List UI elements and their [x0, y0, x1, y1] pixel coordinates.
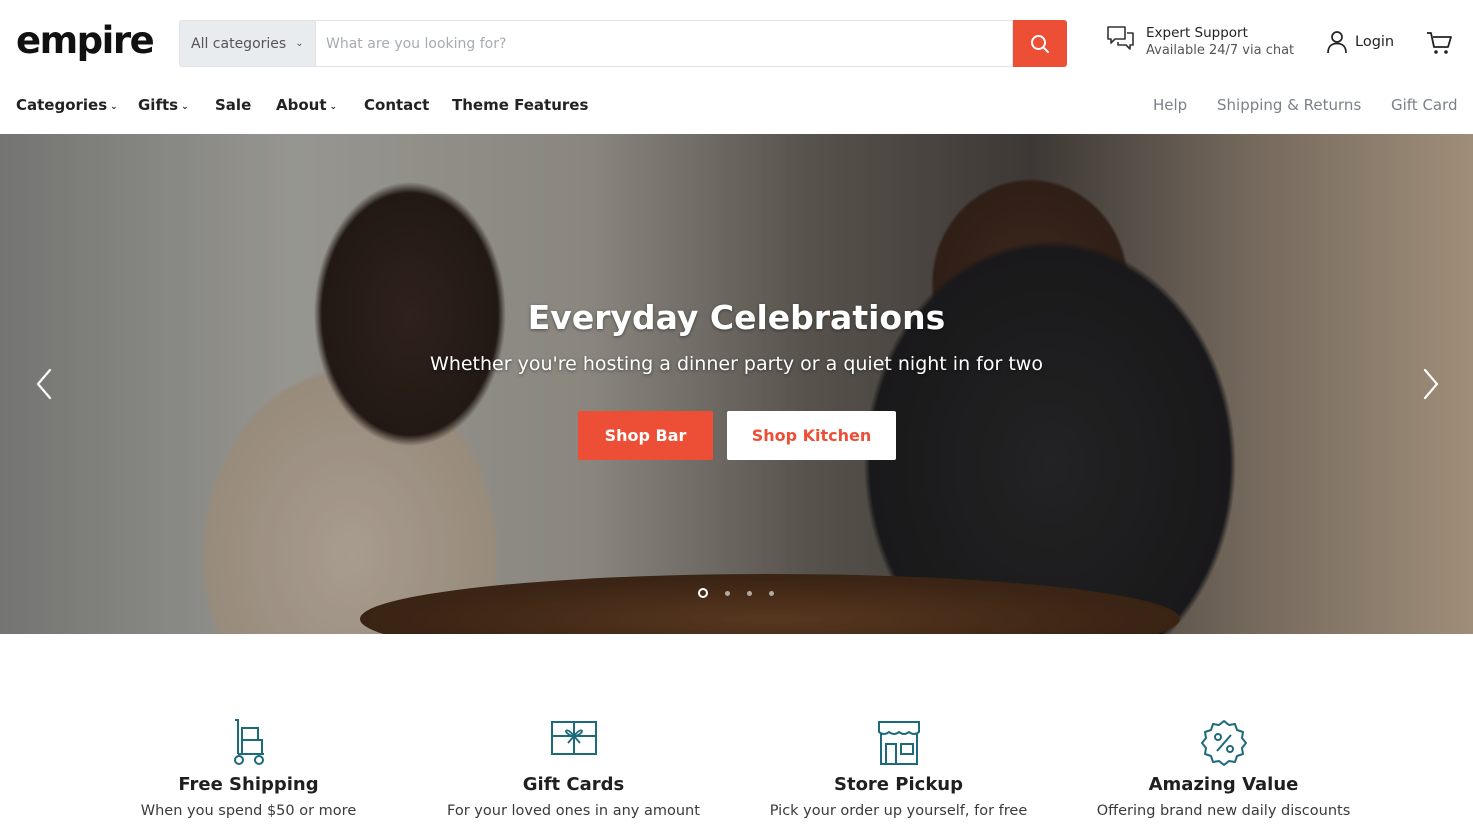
slideshow-prev-button[interactable] — [30, 366, 60, 402]
chevron-down-icon: ⌄ — [329, 102, 338, 112]
discount-badge-icon — [1200, 720, 1247, 766]
nav-categories-label: Categories — [16, 96, 108, 114]
login-label: Login — [1355, 34, 1395, 50]
feature-free-shipping: Free Shipping When you spend $50 or more — [86, 718, 411, 819]
search-input[interactable] — [315, 20, 1013, 67]
nav-sale-label: Sale — [215, 96, 252, 114]
hero-image-overlay — [0, 134, 1473, 634]
nav-contact-label: Contact — [364, 96, 430, 114]
feature-subtitle: For your loved ones in any amount — [447, 803, 700, 819]
nav-categories[interactable]: Categories ⌄ — [16, 96, 118, 114]
chevron-right-icon — [1423, 368, 1439, 400]
slideshow-dots — [698, 588, 791, 598]
features-row: Free Shipping When you spend $50 or more… — [0, 634, 1473, 831]
nav-theme-features-label: Theme Features — [452, 96, 589, 114]
cart-icon — [1427, 32, 1452, 54]
chevron-down-icon: ⌄ — [295, 38, 304, 49]
hero-title: Everyday Celebrations — [527, 298, 946, 337]
nav-about-label: About — [276, 96, 327, 114]
support-title: Expert Support — [1146, 25, 1248, 41]
nav-sale[interactable]: Sale — [215, 96, 251, 114]
nav-theme-features[interactable]: Theme Features — [452, 96, 588, 114]
slide-dot[interactable] — [725, 590, 730, 596]
gift-card-icon — [550, 721, 597, 755]
nav-gifts-label: Gifts — [138, 96, 179, 114]
category-select-label: All categories — [191, 35, 287, 52]
nav-gift-card[interactable]: Gift Card — [1391, 96, 1458, 114]
brand-logo[interactable]: empire — [16, 18, 155, 64]
shop-bar-button[interactable]: Shop Bar — [578, 411, 713, 460]
slide-dot[interactable] — [769, 590, 774, 596]
nav-help[interactable]: Help — [1153, 96, 1187, 114]
feature-store-pickup: Store Pickup Pick your order up yourself… — [736, 718, 1061, 819]
feature-subtitle: Pick your order up yourself, for free — [769, 803, 1028, 819]
chevron-down-icon: ⌄ — [110, 102, 118, 112]
feature-amazing-value: Amazing Value Offering brand new daily d… — [1061, 718, 1386, 819]
user-icon — [1327, 31, 1347, 54]
search-icon — [1031, 34, 1049, 53]
hero-slideshow: Everyday Celebrations Whether you're hos… — [0, 134, 1473, 634]
nav-about[interactable]: About ⌄ — [276, 96, 337, 114]
login-link[interactable]: Login — [1326, 30, 1394, 54]
chevron-down-icon: ⌄ — [181, 102, 189, 112]
hero-subtitle: Whether you're hosting a dinner party or… — [430, 353, 1043, 375]
chevron-left-icon — [36, 368, 52, 400]
site-header: empire All categories ⌄ Expert Support A… — [0, 0, 1473, 84]
search-bar: All categories ⌄ — [179, 20, 1067, 67]
slide-dot[interactable] — [698, 588, 708, 598]
support-subtitle: Available 24/7 via chat — [1146, 43, 1295, 58]
feature-title: Amazing Value — [1148, 774, 1299, 795]
chat-icon — [1107, 26, 1134, 50]
nav-gifts[interactable]: Gifts ⌄ — [138, 96, 189, 114]
cart-button[interactable] — [1425, 29, 1453, 61]
expert-support[interactable]: Expert Support Available 24/7 via chat — [1106, 24, 1294, 60]
feature-title: Free Shipping — [178, 774, 319, 795]
delivery-dolly-icon — [233, 719, 264, 765]
category-select[interactable]: All categories ⌄ — [179, 20, 315, 67]
nav-shipping-returns[interactable]: Shipping & Returns — [1217, 96, 1361, 114]
feature-subtitle: When you spend $50 or more — [140, 803, 357, 819]
search-button[interactable] — [1013, 20, 1067, 67]
feature-title: Store Pickup — [834, 774, 963, 795]
slideshow-next-button[interactable] — [1415, 366, 1445, 402]
shop-kitchen-button[interactable]: Shop Kitchen — [727, 411, 896, 460]
feature-gift-cards: Gift Cards For your loved ones in any am… — [411, 718, 736, 819]
feature-subtitle: Offering brand new daily discounts — [1096, 803, 1351, 819]
feature-title: Gift Cards — [522, 774, 625, 795]
slide-dot[interactable] — [747, 590, 752, 596]
nav-contact[interactable]: Contact — [364, 96, 429, 114]
main-nav: Categories ⌄ Gifts ⌄ Sale About ⌄ Contact T… — [0, 84, 1473, 134]
storefront-icon — [877, 721, 920, 765]
